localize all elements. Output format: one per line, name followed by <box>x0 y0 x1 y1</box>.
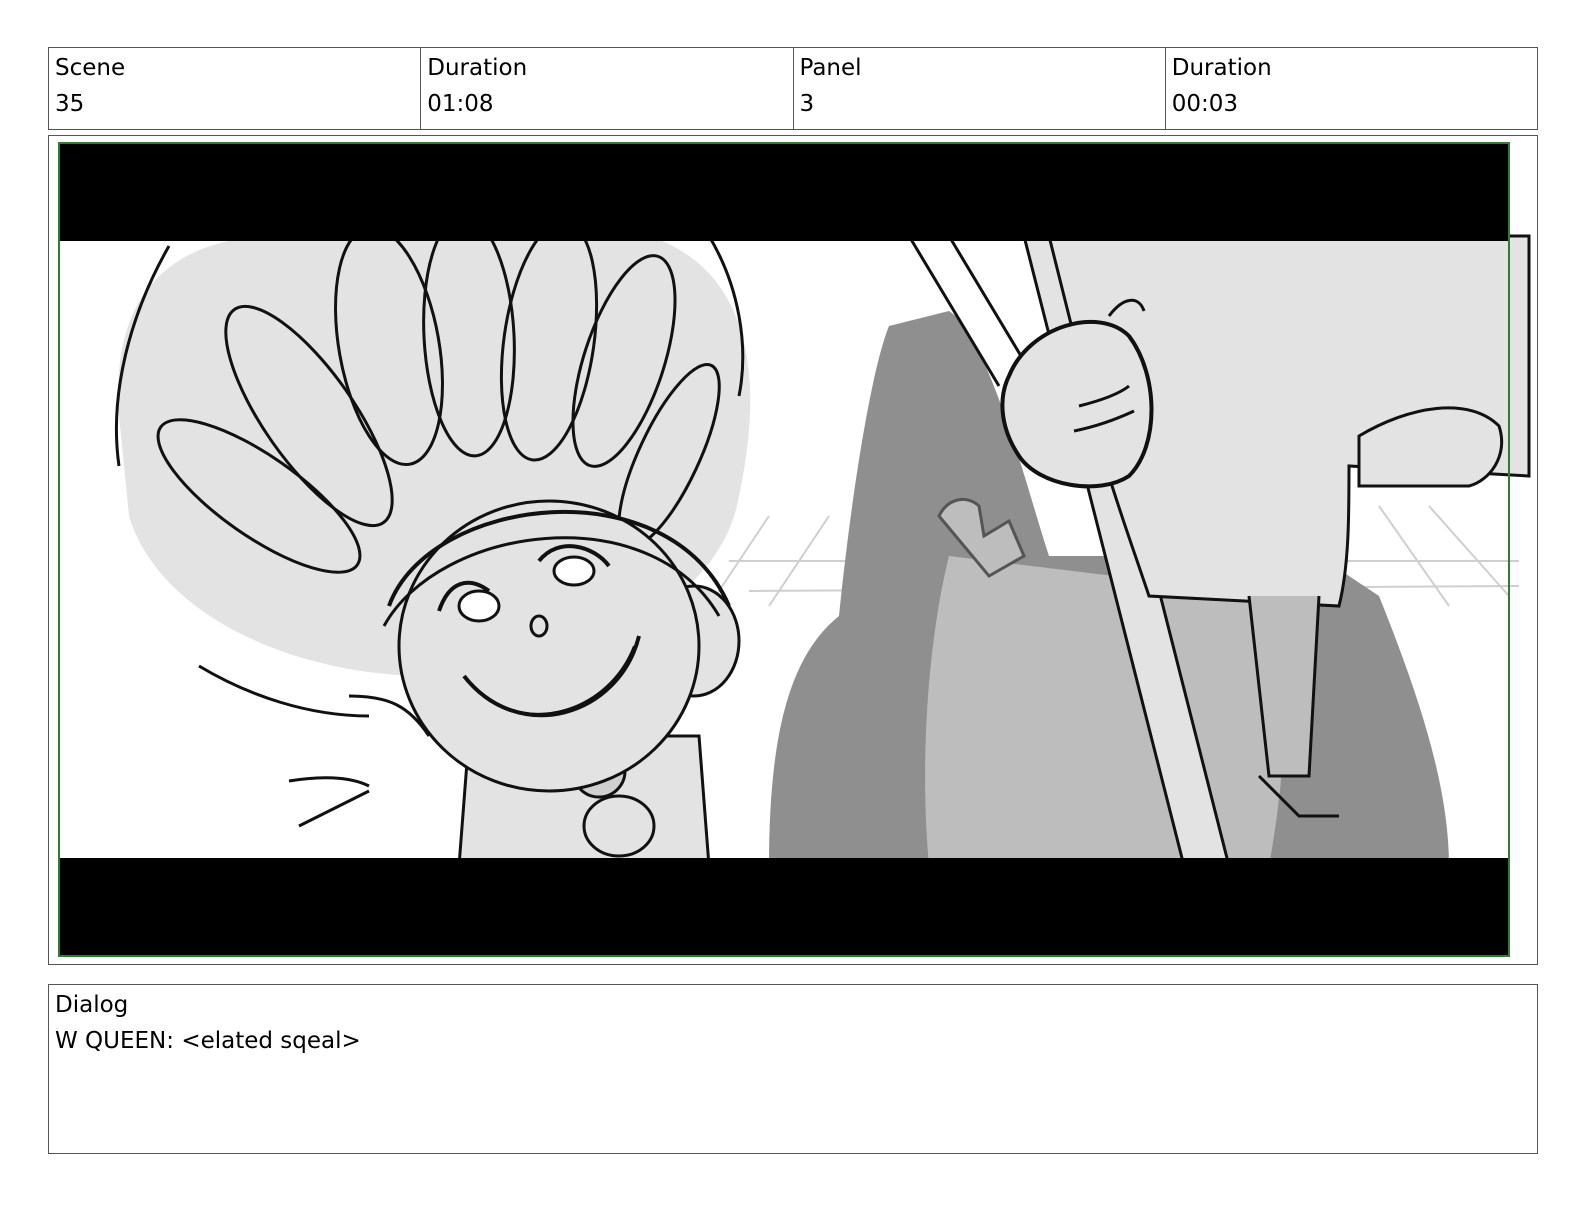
scene-duration-cell: Duration 01:08 <box>421 48 794 129</box>
panel-cell: Panel 3 <box>794 48 1166 129</box>
dialog-label: Dialog <box>55 992 129 1018</box>
dialog-box: Dialog W QUEEN: <elated sqeal> <box>48 984 1538 1154</box>
scene-cell: Scene 35 <box>49 48 422 129</box>
letterbox-top <box>59 143 1509 241</box>
dialog-text: W QUEEN: <elated sqeal> <box>55 1028 361 1054</box>
storyboard-panel-image <box>48 135 1538 965</box>
sketch-drawing <box>58 142 1531 957</box>
panel-duration-value: 00:03 <box>1171 91 1239 117</box>
letterbox-bottom <box>59 858 1509 956</box>
scene-duration-value: 01:08 <box>427 91 494 117</box>
panel-info-header: Scene 35 Duration 01:08 Panel 3 Duration… <box>48 47 1538 130</box>
panel-label: Panel <box>799 55 862 81</box>
scene-duration-label: Duration <box>427 55 528 81</box>
panel-duration-label: Duration <box>1171 55 1272 81</box>
scene-label: Scene <box>55 55 126 81</box>
panel-duration-cell: Duration 00:03 <box>1166 48 1537 129</box>
panel-value: 3 <box>799 91 815 117</box>
scene-value: 35 <box>55 91 85 117</box>
